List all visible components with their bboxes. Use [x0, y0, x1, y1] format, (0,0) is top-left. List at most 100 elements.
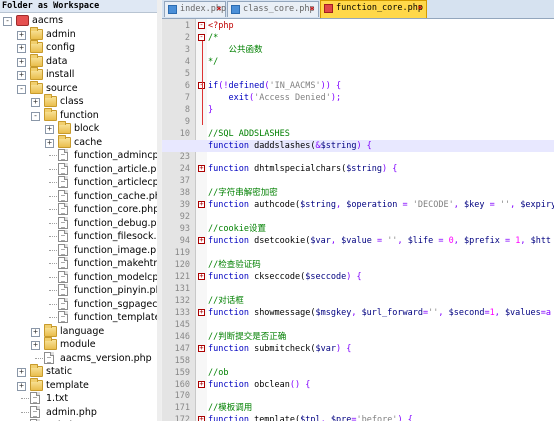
- tree-item-class[interactable]: + class: [0, 94, 157, 108]
- tree-item-function-article-p[interactable]: function_article.p: [0, 162, 157, 176]
- tree-item-block[interactable]: + block: [0, 121, 157, 135]
- tab-close-icon[interactable]: ×: [416, 4, 424, 12]
- tree-connector: [21, 411, 29, 413]
- code-line[interactable]: function dsetcookie($var, $value = '', $…: [162, 235, 554, 247]
- code-line[interactable]: //检查验证码: [162, 259, 554, 271]
- tree-item-function-template[interactable]: function_template: [0, 311, 157, 324]
- code-line[interactable]: [162, 247, 554, 259]
- tab-index-php[interactable]: index.php ×: [164, 1, 226, 17]
- code-line[interactable]: function template($tpl, $pre='before') {: [162, 414, 554, 421]
- code-line[interactable]: //对话框: [162, 295, 554, 307]
- code-line[interactable]: [162, 319, 554, 331]
- code-line[interactable]: function obclean() {: [162, 379, 554, 391]
- code-line[interactable]: //模板调用: [162, 402, 554, 414]
- tree-item-label: module: [60, 339, 96, 350]
- code-line[interactable]: function authcode($string, $operation = …: [162, 199, 554, 211]
- code-line[interactable]: exit('Access Denied');: [162, 92, 554, 104]
- code-line[interactable]: [162, 68, 554, 80]
- expand-toggle-icon[interactable]: +: [17, 71, 26, 80]
- tree-item-install[interactable]: + install: [0, 67, 157, 81]
- tree-item-template[interactable]: + template: [0, 377, 157, 392]
- expand-toggle-icon[interactable]: +: [31, 327, 40, 337]
- workspace-panel-scrollbar[interactable]: [157, 0, 161, 421]
- expand-toggle-icon[interactable]: +: [17, 368, 26, 377]
- tab-class-core-php[interactable]: class_core.php ×: [227, 1, 319, 17]
- tree-item-function-image-p[interactable]: function_image.p: [0, 243, 157, 257]
- tree-item-function-admincp[interactable]: function_admincp: [0, 149, 157, 162]
- tree-item-function-modelcp[interactable]: function_modelcp: [0, 270, 157, 284]
- tree-item-function-filesock-[interactable]: function_filesock.: [0, 230, 157, 243]
- code-token: $string: [300, 200, 336, 211]
- code-line[interactable]: function submitcheck($var) {: [162, 343, 554, 355]
- code-line[interactable]: }: [162, 104, 554, 116]
- expand-toggle-icon[interactable]: +: [17, 381, 26, 391]
- collapse-toggle-icon[interactable]: -: [3, 17, 12, 26]
- code-line[interactable]: <?php: [162, 20, 554, 32]
- tree-item-function[interactable]: - function: [0, 107, 157, 122]
- code-line[interactable]: [162, 211, 554, 223]
- code-text: function daddslashes(&$string) {: [208, 140, 372, 152]
- code-line[interactable]: [162, 283, 554, 295]
- tree-item-cache[interactable]: + cache: [0, 134, 157, 149]
- code-token: ,: [335, 200, 347, 211]
- tree-item-label: function_filesock.: [74, 231, 157, 242]
- code-editor[interactable]: 1234567891011232437383992939411912012113…: [162, 19, 554, 421]
- tree-connector: [49, 168, 57, 170]
- expand-toggle-icon[interactable]: +: [17, 57, 26, 67]
- code-line[interactable]: [162, 355, 554, 367]
- code-line[interactable]: 公共函数: [162, 44, 554, 56]
- code-line[interactable]: //字符串解密加密: [162, 187, 554, 199]
- tab-close-icon[interactable]: ×: [215, 5, 223, 13]
- code-token: $life: [407, 236, 434, 247]
- tree-item-function-articlecp[interactable]: function_articlecp: [0, 176, 157, 189]
- tree-item-language[interactable]: + language: [0, 323, 157, 338]
- code-line[interactable]: //判断提交是否正确: [162, 331, 554, 343]
- tree-item-1-txt[interactable]: 1.txt: [0, 392, 157, 405]
- tree-item-function-sgpagec[interactable]: function_sgpagec: [0, 297, 157, 311]
- php-file-icon: [58, 243, 68, 256]
- code-line[interactable]: [162, 151, 554, 163]
- tree-item-aacms[interactable]: - aacms: [0, 14, 157, 27]
- expand-toggle-icon[interactable]: +: [17, 44, 26, 53]
- code-line[interactable]: //cookie设置: [162, 223, 554, 235]
- tree-item-function-core-php[interactable]: function_core.php: [0, 203, 157, 216]
- code-line[interactable]: function showmessage($msgkey, $url_forwa…: [162, 307, 554, 319]
- tab-function-core-php[interactable]: function_core.php ×: [320, 0, 427, 18]
- tree-item-function-cache-ph[interactable]: function_cache.ph: [0, 189, 157, 203]
- expand-toggle-icon[interactable]: +: [45, 138, 54, 148]
- code-line[interactable]: //SQL ADDSLASHES: [162, 128, 554, 140]
- expand-toggle-icon[interactable]: +: [17, 30, 26, 40]
- code-line[interactable]: if(!defined('IN_AACMS')) {: [162, 80, 554, 92]
- code-line[interactable]: */: [162, 56, 554, 68]
- expand-toggle-icon[interactable]: +: [31, 98, 40, 107]
- tree-item-data[interactable]: + data: [0, 53, 157, 68]
- collapse-toggle-icon[interactable]: -: [31, 111, 40, 121]
- tree-item-aacms-version-php[interactable]: aacms_version.php: [0, 351, 157, 365]
- tree-item-module[interactable]: + module: [0, 337, 157, 351]
- code-token: $second: [448, 307, 485, 318]
- tree-item-function-pinyin-pl[interactable]: function_pinyin.pl: [0, 284, 157, 297]
- tree-item-config[interactable]: + config: [0, 40, 157, 54]
- code-line[interactable]: function ckseccode($seccode) {: [162, 271, 554, 283]
- code-line[interactable]: [162, 116, 554, 128]
- collapse-toggle-icon[interactable]: -: [17, 84, 26, 94]
- php-file-icon: [58, 189, 68, 202]
- tree-item-admin[interactable]: + admin: [0, 26, 157, 41]
- code-line[interactable]: [162, 175, 554, 187]
- code-line[interactable]: [162, 390, 554, 402]
- code-token: //字符串解密加密: [208, 188, 278, 199]
- code-token: //检查验证码: [208, 260, 261, 270]
- tab-close-icon[interactable]: ×: [308, 5, 316, 13]
- code-line[interactable]: function daddslashes(&$string) {: [162, 139, 554, 152]
- tree-item-admin-php[interactable]: admin.php: [0, 405, 157, 419]
- code-line[interactable]: /*: [162, 32, 554, 44]
- tree-item-function-debug-p[interactable]: function_debug.p: [0, 216, 157, 230]
- expand-toggle-icon[interactable]: +: [45, 125, 54, 134]
- expand-toggle-icon[interactable]: +: [31, 341, 40, 350]
- tree-item-function-makehtr[interactable]: function_makehtr: [0, 257, 157, 270]
- code-token: ) {: [382, 164, 398, 175]
- tree-item-static[interactable]: + static: [0, 364, 157, 378]
- code-line[interactable]: //ob: [162, 367, 554, 379]
- code-line[interactable]: function dhtmlspecialchars($string) {: [162, 163, 554, 175]
- tree-item-source[interactable]: - source: [0, 80, 157, 95]
